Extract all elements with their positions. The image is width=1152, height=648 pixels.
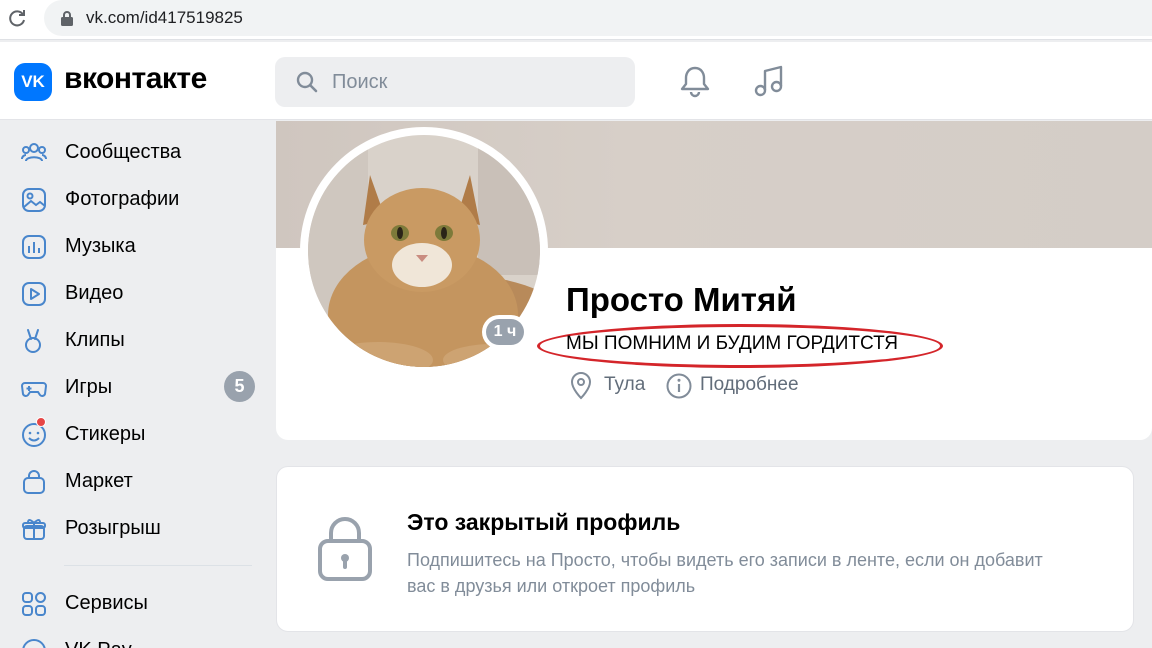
sidebar-item-communities[interactable]: Сообщества xyxy=(0,130,270,174)
sidebar-item-label: Розыгрыш xyxy=(65,517,161,539)
sidebar-item-services[interactable]: Сервисы xyxy=(0,581,270,625)
vk-logo-icon[interactable]: VK xyxy=(14,63,52,101)
lock-icon xyxy=(318,517,372,581)
sidebar-item-label: Клипы xyxy=(65,329,125,351)
sidebar-item-market[interactable]: Маркет xyxy=(0,459,270,503)
sidebar-item-label: Видео xyxy=(65,282,124,304)
search-input[interactable]: Поиск xyxy=(275,57,635,107)
games-icon xyxy=(20,382,48,397)
new-indicator-dot xyxy=(36,417,46,427)
communities-icon xyxy=(21,143,47,162)
profile-status: МЫ ПОМНИМ И БУДИМ ГОРДИТСТЯ xyxy=(566,333,899,354)
site-header: VK вконтакте Поиск xyxy=(0,42,1152,120)
browser-bar: vk.com/id417519825 xyxy=(0,0,1152,40)
closed-profile-title: Это закрытый профиль xyxy=(407,509,681,535)
reload-icon[interactable] xyxy=(6,8,28,30)
sidebar-item-music[interactable]: Музыка xyxy=(0,224,270,268)
sidebar-item-giveaway[interactable]: Розыгрыш xyxy=(0,506,270,550)
profile-city[interactable]: Тула xyxy=(604,374,645,396)
sidebar-item-label: Сообщества xyxy=(65,141,182,163)
sidebar-item-label: Музыка xyxy=(65,235,136,257)
search-icon xyxy=(296,71,318,93)
clips-icon xyxy=(25,329,41,353)
closed-profile-card: Это закрытый профиль Подпишитесь на Прос… xyxy=(276,466,1134,632)
video-icon xyxy=(22,282,46,306)
closed-profile-description: Подпишитесь на Просто, чтобы видеть его … xyxy=(407,550,1043,596)
lock-icon xyxy=(61,11,73,26)
info-icon[interactable] xyxy=(665,372,693,400)
more-info-link[interactable]: Подробнее xyxy=(700,374,799,396)
sidebar-item-vkpay[interactable]: VK Pay xyxy=(0,628,270,648)
games-count-badge: 5 xyxy=(224,371,255,402)
sidebar-item-label: Игры xyxy=(65,376,113,398)
sidebar: Сообщества Фотографии Музыка Видео Клипы… xyxy=(0,121,270,648)
vkpay-icon xyxy=(22,639,46,648)
sidebar-item-label: Сервисы xyxy=(65,592,148,614)
sidebar-item-label: Стикеры xyxy=(65,423,146,445)
market-icon xyxy=(23,470,45,494)
sidebar-item-label: Маркет xyxy=(65,470,133,492)
bell-icon[interactable] xyxy=(678,64,712,98)
sidebar-divider xyxy=(64,565,252,566)
url-text[interactable]: vk.com/id417519825 xyxy=(86,8,243,28)
sidebar-item-photos[interactable]: Фотографии xyxy=(0,177,270,221)
profile-name: Просто Митяй xyxy=(566,281,797,318)
location-pin-icon xyxy=(570,372,592,400)
sidebar-item-clips[interactable]: Клипы xyxy=(0,318,270,362)
sidebar-item-video[interactable]: Видео xyxy=(0,271,270,315)
photos-icon xyxy=(22,188,46,212)
logo-text[interactable]: вконтакте xyxy=(64,62,207,96)
last-seen-badge: 1 ч xyxy=(486,319,524,345)
search-placeholder: Поиск xyxy=(332,71,388,93)
music-icon xyxy=(22,235,46,259)
music-icon[interactable] xyxy=(752,64,786,98)
services-icon xyxy=(22,592,46,616)
sidebar-item-label: Фотографии xyxy=(65,188,180,210)
sidebar-item-label: VK Pay xyxy=(65,639,132,648)
gift-icon xyxy=(22,519,46,540)
